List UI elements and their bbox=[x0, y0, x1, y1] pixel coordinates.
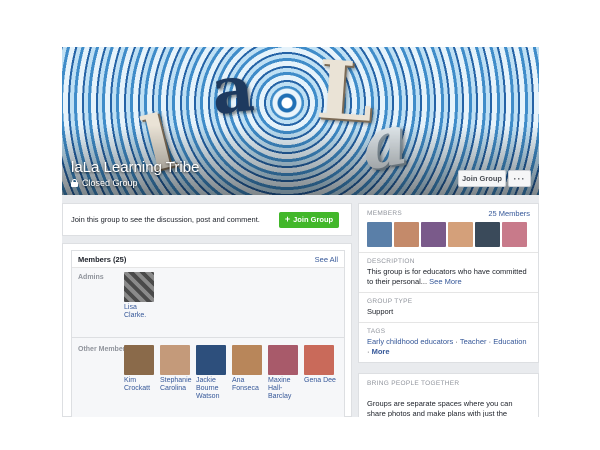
members-count-link[interactable]: 25 Members bbox=[488, 209, 530, 218]
member-card[interactable]: Jackie Bourne Watson bbox=[196, 345, 228, 401]
avatar bbox=[196, 345, 226, 375]
members-section-label: MEMBERS bbox=[367, 210, 402, 217]
member-card[interactable]: Kim Crockatt bbox=[124, 345, 156, 393]
member-thumbnail[interactable] bbox=[421, 222, 446, 247]
member-card[interactable]: Ana Fonseca bbox=[232, 345, 264, 393]
tags-more-link[interactable]: More bbox=[372, 347, 390, 356]
member-name[interactable]: Kim Crockatt bbox=[124, 377, 156, 393]
join-prompt-text: Join this group to see the discussion, p… bbox=[71, 215, 260, 224]
tag-link[interactable]: Teacher bbox=[460, 337, 487, 346]
cover-photo: l a L a laLa Learning Tribe Closed Group… bbox=[62, 47, 539, 195]
join-group-label: Join Group bbox=[293, 215, 334, 224]
tags-label: TAGS bbox=[367, 328, 386, 335]
group-type-label: GROUP TYPE bbox=[367, 298, 413, 305]
avatar bbox=[268, 345, 298, 375]
group-type-value: Support bbox=[367, 307, 394, 316]
section-divider bbox=[72, 337, 344, 338]
see-more-link[interactable]: See More bbox=[429, 277, 462, 286]
bring-people-label: BRING PEOPLE TOGETHER bbox=[367, 380, 460, 387]
avatar bbox=[124, 272, 154, 302]
group-type-section: GROUP TYPE Support bbox=[359, 293, 538, 323]
tags-section: TAGS Early childhood educators · Teacher… bbox=[359, 323, 538, 362]
join-group-button[interactable]: Join Group bbox=[458, 170, 506, 187]
description-label: DESCRIPTION bbox=[367, 258, 415, 265]
avatar bbox=[232, 345, 262, 375]
group-privacy: Closed Group bbox=[71, 178, 138, 188]
privacy-label: Closed Group bbox=[82, 178, 138, 188]
member-name[interactable]: Lisa Clarke. bbox=[124, 304, 156, 320]
plus-icon: + bbox=[284, 214, 291, 224]
lock-icon bbox=[71, 179, 78, 187]
tags-list: Early childhood educators · Teacher · Ed… bbox=[367, 337, 527, 356]
member-thumbnail[interactable] bbox=[502, 222, 527, 247]
member-thumbnail[interactable] bbox=[367, 222, 392, 247]
group-page: l a L a laLa Learning Tribe Closed Group… bbox=[62, 47, 539, 417]
member-name[interactable]: Stephanie Carolina bbox=[160, 377, 192, 393]
cover-letter: a bbox=[208, 51, 258, 130]
tag-link[interactable]: Education bbox=[493, 337, 526, 346]
bring-people-text: Groups are separate spaces where you can… bbox=[367, 399, 513, 417]
member-name[interactable]: Gena Dee bbox=[304, 377, 336, 385]
see-all-link[interactable]: See All bbox=[315, 255, 338, 264]
description-text: This group is for educators who have com… bbox=[367, 267, 530, 287]
avatar bbox=[304, 345, 334, 375]
member-thumbnail[interactable] bbox=[394, 222, 419, 247]
members-panel: Members (25) See All Admins Lisa Clarke.… bbox=[71, 250, 345, 417]
join-group-green-button[interactable]: + Join Group bbox=[279, 211, 339, 228]
right-sidebar: MEMBERS 25 Members DESCRIPTION This grou… bbox=[358, 203, 539, 363]
member-name[interactable]: Jackie Bourne Watson bbox=[196, 377, 228, 401]
members-section: MEMBERS 25 Members bbox=[359, 204, 538, 253]
member-card[interactable]: Maxine Hall- Barclay bbox=[268, 345, 300, 401]
bring-people-together-card: BRING PEOPLE TOGETHER Groups are separat… bbox=[358, 373, 539, 417]
avatar bbox=[124, 345, 154, 375]
tag-link[interactable]: Early childhood educators bbox=[367, 337, 453, 346]
more-options-button[interactable]: ··· bbox=[508, 170, 531, 187]
member-thumbnail[interactable] bbox=[448, 222, 473, 247]
member-card[interactable]: Gena Dee bbox=[304, 345, 336, 385]
group-title[interactable]: laLa Learning Tribe bbox=[71, 159, 199, 176]
member-thumbnails bbox=[367, 222, 530, 247]
member-name[interactable]: Ana Fonseca bbox=[232, 377, 264, 393]
admins-label: Admins bbox=[78, 274, 104, 281]
other-members-label: Other Members bbox=[78, 346, 130, 353]
description-section: DESCRIPTION This group is for educators … bbox=[359, 253, 538, 293]
members-header: Members (25) See All bbox=[72, 251, 344, 268]
avatar bbox=[160, 345, 190, 375]
member-thumbnail[interactable] bbox=[475, 222, 500, 247]
members-title: Members (25) bbox=[78, 254, 127, 264]
join-prompt-bar: Join this group to see the discussion, p… bbox=[62, 203, 352, 236]
admin-member[interactable]: Lisa Clarke. bbox=[124, 272, 156, 320]
members-card: Members (25) See All Admins Lisa Clarke.… bbox=[62, 243, 352, 417]
member-card[interactable]: Stephanie Carolina bbox=[160, 345, 192, 393]
member-name[interactable]: Maxine Hall- Barclay bbox=[268, 377, 300, 401]
